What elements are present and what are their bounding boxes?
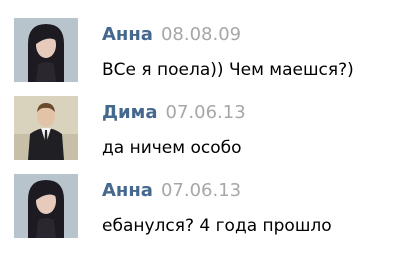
message-item: Анна 08.08.09 ВСе я поела)) Чем маешся?) <box>0 0 400 82</box>
avatar[interactable] <box>14 174 78 238</box>
avatar[interactable] <box>14 18 78 82</box>
message-time: 07.06.13 <box>165 102 246 123</box>
message-text: ебанулся? 4 года прошло <box>102 216 332 236</box>
message-header: Дима 07.06.13 <box>102 102 246 123</box>
message-text: ВСе я поела)) Чем маешся?) <box>102 60 354 80</box>
message-time: 08.08.09 <box>160 24 242 45</box>
message-item: Дима 07.06.13 да ничем особо <box>0 78 400 160</box>
author-name[interactable]: Анна <box>102 180 153 201</box>
message-text: да ничем особо <box>102 138 242 158</box>
avatar-anna-image <box>14 174 78 238</box>
author-name[interactable]: Анна <box>102 24 153 45</box>
avatar[interactable] <box>14 96 78 160</box>
author-name[interactable]: Дима <box>102 102 158 123</box>
message-item: Анна 07.06.13 ебанулся? 4 года прошло <box>0 156 400 238</box>
message-header: Анна 07.06.13 <box>102 180 241 201</box>
message-time: 07.06.13 <box>160 180 242 201</box>
avatar-dima-image <box>14 96 78 160</box>
message-header: Анна 08.08.09 <box>102 24 241 45</box>
avatar-anna-image <box>14 18 78 82</box>
